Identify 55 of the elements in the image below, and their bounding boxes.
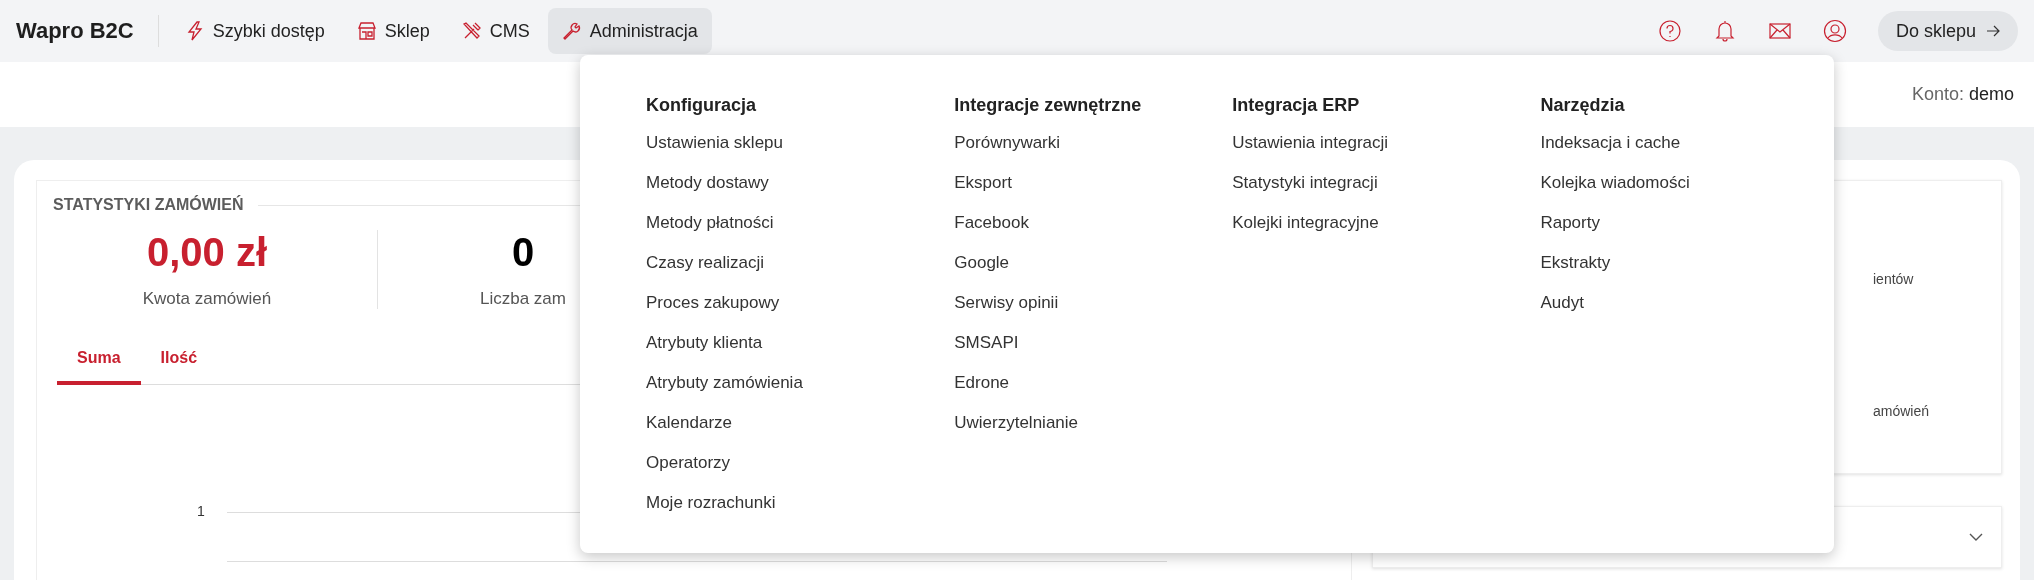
chart-tab[interactable]: Ilość bbox=[140, 335, 218, 385]
menu-item[interactable]: Czasy realizacji bbox=[646, 251, 765, 275]
menu-item[interactable]: SMSAPI bbox=[954, 331, 1019, 355]
card-text: amówień bbox=[1873, 403, 1930, 419]
menu-item[interactable]: Ekstrakty bbox=[1540, 251, 1611, 275]
menu-item[interactable]: Kolejki integracyjne bbox=[1232, 211, 1379, 235]
menu-item[interactable]: Ustawienia sklepu bbox=[646, 131, 783, 155]
card-text: ientów bbox=[1873, 271, 1914, 287]
nav-item[interactable]: Szybki dostęp bbox=[170, 8, 339, 54]
shop-button[interactable]: Do sklepu bbox=[1877, 11, 2018, 51]
arrow-right-icon bbox=[1986, 25, 2000, 37]
wrench-icon bbox=[561, 21, 582, 41]
menu-item[interactable]: Edrone bbox=[954, 371, 1010, 395]
menu-item[interactable]: Proces zakupowy bbox=[646, 291, 780, 315]
menu-item[interactable]: Google bbox=[954, 251, 1010, 275]
menu-item[interactable]: Eksport bbox=[954, 171, 1012, 195]
nav-item[interactable]: Sklep bbox=[342, 8, 444, 54]
app-logo[interactable]: Wapro B2C bbox=[16, 15, 159, 47]
panel-title: STATYSTYKI ZAMÓWIEŃ bbox=[53, 196, 244, 214]
help-icon[interactable] bbox=[1657, 19, 1682, 43]
nav-item[interactable]: CMS bbox=[447, 8, 544, 54]
menu-item[interactable]: Atrybuty klienta bbox=[646, 331, 763, 355]
menu-item[interactable]: Kolejka wiadomości bbox=[1540, 171, 1690, 195]
metric-value: 0,00 zł bbox=[146, 230, 268, 275]
menu-item[interactable]: Operatorzy bbox=[646, 451, 731, 475]
tools-icon bbox=[461, 21, 482, 41]
menu-item[interactable]: Porównywarki bbox=[954, 131, 1061, 155]
metric-value: 0 bbox=[511, 230, 535, 275]
chart-tab[interactable]: Suma bbox=[57, 335, 141, 385]
menu-heading: Integracja ERP bbox=[1232, 94, 1360, 117]
menu-item[interactable]: Serwisy opinii bbox=[954, 291, 1059, 315]
nav-item[interactable]: Administracja bbox=[547, 8, 712, 54]
metric-label: Kwota zamówień bbox=[142, 289, 272, 309]
menu-heading: Integracje zewnętrzne bbox=[954, 94, 1142, 117]
menu-item[interactable]: Statystyki integracji bbox=[1232, 171, 1378, 195]
menu-item[interactable]: Ustawienia integracji bbox=[1232, 131, 1389, 155]
metric-label: Liczba zam bbox=[480, 289, 566, 309]
menu-item[interactable]: Metody dostawy bbox=[646, 171, 769, 195]
menu-item[interactable]: Uwierzytelnianie bbox=[954, 411, 1079, 435]
menu-item[interactable]: Atrybuty zamówienia bbox=[646, 371, 803, 395]
axis-tick-label: 1 bbox=[197, 503, 205, 519]
menu-item[interactable]: Kalendarze bbox=[646, 411, 732, 435]
menu-item[interactable]: Raporty bbox=[1540, 211, 1600, 235]
menu-item[interactable]: Moje rozrachunki bbox=[646, 491, 776, 515]
menu-heading: Konfiguracja bbox=[646, 94, 756, 117]
menu-item[interactable]: Audyt bbox=[1540, 291, 1584, 315]
account-name: demo bbox=[1968, 84, 2014, 105]
storefront-icon bbox=[356, 21, 377, 41]
menu-item[interactable]: Indeksacja i cache bbox=[1540, 131, 1681, 155]
account-label: Konto: bbox=[1911, 84, 1964, 105]
user-icon[interactable] bbox=[1822, 19, 1847, 43]
menu-item[interactable]: Metody płatności bbox=[646, 211, 774, 235]
menu-heading: Narzędzia bbox=[1540, 94, 1625, 117]
chevron-icon bbox=[1969, 532, 1983, 542]
menu-item[interactable]: Facebook bbox=[954, 211, 1029, 235]
